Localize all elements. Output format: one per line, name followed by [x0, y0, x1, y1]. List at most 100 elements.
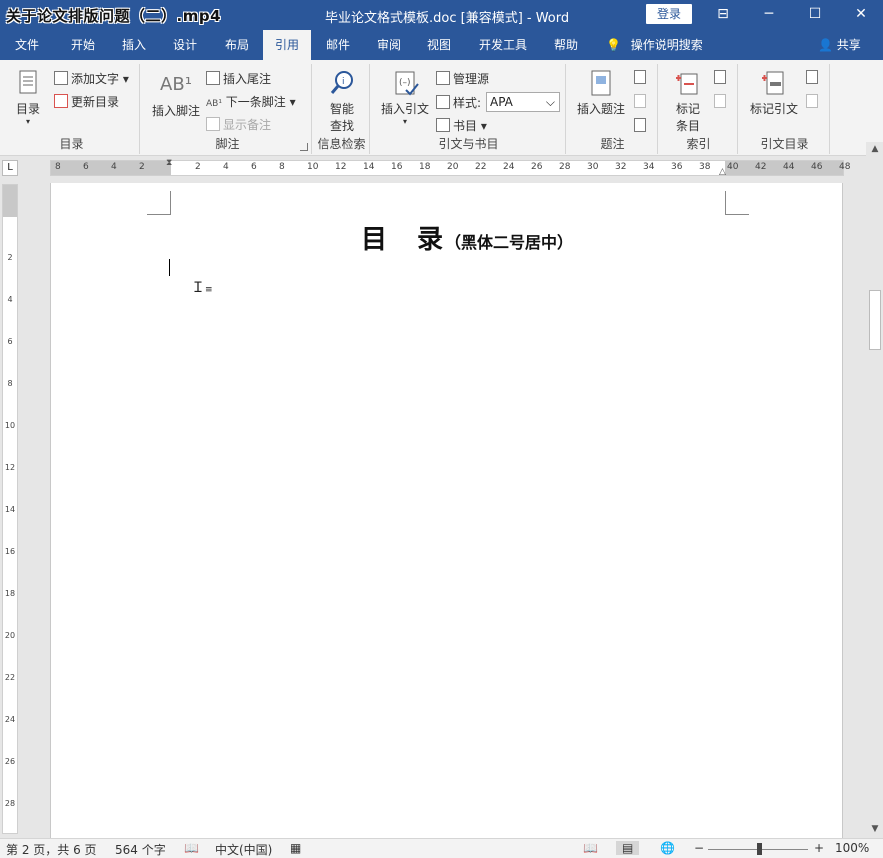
- smart-lookup-button[interactable]: i 智能查找: [318, 68, 366, 134]
- tab-home[interactable]: 开始: [56, 30, 110, 60]
- insert-citation-button[interactable]: (–) 插入引文 ▾: [376, 68, 434, 126]
- bibliography-button[interactable]: 书目 ▾: [436, 117, 487, 134]
- ruler-v-number: 18: [4, 589, 16, 598]
- ruler-number: 8: [55, 162, 61, 172]
- toc-heading-note: （黑体二号居中）: [445, 233, 574, 252]
- share-button[interactable]: 👤 共享: [818, 30, 861, 60]
- add-text-label: 添加文字: [71, 72, 120, 86]
- mark-citation-button[interactable]: 标记引文: [744, 68, 804, 117]
- insert-table-of-figures-icon[interactable]: [634, 70, 646, 84]
- indent-marker[interactable]: ⧗: [166, 158, 172, 168]
- ruler-v-number: 16: [4, 547, 16, 556]
- footnote-dialog-launcher[interactable]: [300, 143, 308, 151]
- vertical-ruler[interactable]: 24681012141618202224262830: [2, 184, 18, 850]
- tab-developer[interactable]: 开发工具: [466, 30, 540, 60]
- update-index-icon[interactable]: [714, 94, 726, 108]
- update-toa-icon[interactable]: [806, 94, 818, 108]
- tab-layout[interactable]: 布局: [212, 30, 262, 60]
- zoom-level[interactable]: 100%: [835, 841, 869, 855]
- ruler-number: 4: [223, 162, 229, 172]
- web-layout-icon[interactable]: 🌐: [660, 841, 675, 855]
- toc-group-label: 目录: [59, 137, 84, 151]
- insert-toa-icon[interactable]: [806, 70, 818, 84]
- ruler-number: 36: [671, 162, 683, 172]
- search-icon: i: [330, 71, 353, 94]
- text-cursor: [169, 259, 170, 276]
- ruler-number: 4: [111, 162, 117, 172]
- login-button[interactable]: 登录: [646, 4, 692, 24]
- mark-entry-button[interactable]: 标记条目: [664, 68, 712, 134]
- horizontal-ruler[interactable]: 8 6 4 2 2 4 6 8 10 12 14 16 18 20 22 24 26 28 30 32 34 36 38 40…: [50, 158, 850, 177]
- tab-mailings[interactable]: 邮件: [312, 30, 364, 60]
- toc-heading-text: 目 录: [361, 225, 446, 255]
- citation-style-select[interactable]: APA ⌵: [486, 92, 560, 112]
- ruler-number: 32: [615, 162, 627, 172]
- manage-sources-button[interactable]: 管理源: [436, 70, 489, 87]
- document-page[interactable]: 目 录（黑体二号居中） Ｉ≡: [50, 183, 843, 838]
- insert-citation-label: 插入引文: [380, 102, 429, 116]
- scroll-thumb[interactable]: [869, 290, 881, 350]
- update-table-of-figures-icon[interactable]: [634, 94, 646, 108]
- zoom-slider-thumb[interactable]: [757, 843, 762, 855]
- zoom-in-icon[interactable]: +: [814, 841, 824, 855]
- minimize-button[interactable]: ─: [746, 0, 792, 30]
- insert-index-icon[interactable]: [714, 70, 726, 84]
- toa-group-label: 引文目录: [760, 137, 809, 151]
- show-notes-label: 显示备注: [223, 118, 272, 132]
- toc-button[interactable]: 目录 ▾: [8, 68, 48, 126]
- ribbon-display-options-button[interactable]: ⊟: [700, 0, 746, 30]
- svg-text:i: i: [342, 77, 345, 87]
- maximize-button[interactable]: ☐: [792, 0, 838, 30]
- tell-me-search[interactable]: 💡 操作说明搜索: [606, 30, 703, 60]
- ruler-v-number: 10: [4, 421, 16, 430]
- tab-insert[interactable]: 插入: [108, 30, 160, 60]
- ruler-number: 2: [139, 162, 145, 172]
- proofing-icon[interactable]: 📖: [184, 841, 199, 855]
- tab-help[interactable]: 帮助: [542, 30, 590, 60]
- insert-footnote-button[interactable]: AB¹ 插入脚注: [148, 74, 204, 119]
- cross-reference-icon[interactable]: [634, 118, 646, 132]
- word-count[interactable]: 564 个字: [115, 841, 166, 858]
- insert-endnote-label: 插入尾注: [223, 72, 272, 86]
- zoom-out-icon[interactable]: −: [694, 841, 704, 855]
- ruler-v-number: 28: [4, 799, 16, 808]
- style-label: 样式:: [453, 96, 482, 110]
- vertical-scrollbar[interactable]: ▲ ▼: [866, 142, 883, 838]
- tab-review[interactable]: 审阅: [364, 30, 414, 60]
- show-notes-button[interactable]: 显示备注: [206, 116, 271, 133]
- right-indent-marker[interactable]: △: [719, 167, 726, 177]
- next-footnote-button[interactable]: AB¹ 下一条脚注 ▾: [206, 93, 296, 110]
- ruler-number: 20: [447, 162, 459, 172]
- ruler-v-number: 24: [4, 715, 16, 724]
- ruler-number: 44: [783, 162, 795, 172]
- group-table-of-authorities: 标记引文 引文目录: [740, 64, 830, 154]
- macro-icon[interactable]: ▦: [290, 841, 301, 855]
- tab-file[interactable]: 文件: [0, 30, 54, 60]
- scroll-down-icon[interactable]: ▼: [869, 824, 881, 836]
- ruler-number: 34: [643, 162, 655, 172]
- tab-references[interactable]: 引用: [263, 30, 311, 60]
- ruler-number: 28: [559, 162, 571, 172]
- tab-design[interactable]: 设计: [160, 30, 210, 60]
- ruler-number: 14: [363, 162, 375, 172]
- tab-selector[interactable]: L: [2, 160, 18, 176]
- ruler-number: 26: [531, 162, 543, 172]
- chevron-down-icon: ⌵: [545, 95, 555, 109]
- style-icon: [436, 95, 450, 109]
- ribbon-tab-bar: 文件 开始 插入 设计 布局 引用 邮件 审阅 视图 开发工具 帮助 💡 操作说…: [0, 30, 883, 60]
- add-text-button[interactable]: 添加文字 ▾: [54, 70, 129, 87]
- tab-view[interactable]: 视图: [414, 30, 464, 60]
- insert-endnote-button[interactable]: 插入尾注: [206, 70, 271, 87]
- language[interactable]: 中文(中国): [215, 841, 272, 858]
- page-count[interactable]: 第 2 页，共 6 页: [6, 841, 97, 858]
- tell-me-label: 操作说明搜索: [630, 38, 703, 52]
- update-table-button[interactable]: 更新目录: [54, 93, 119, 110]
- print-layout-icon[interactable]: ▤: [616, 841, 640, 855]
- scroll-up-icon[interactable]: ▲: [869, 144, 881, 156]
- ruler-v-number: 14: [4, 505, 16, 514]
- captions-group-label: 题注: [600, 137, 625, 151]
- insert-caption-button[interactable]: 插入题注: [572, 68, 630, 117]
- ruler-v-number: 26: [4, 757, 16, 766]
- close-button[interactable]: ✕: [838, 0, 883, 30]
- read-mode-icon[interactable]: 📖: [583, 841, 598, 855]
